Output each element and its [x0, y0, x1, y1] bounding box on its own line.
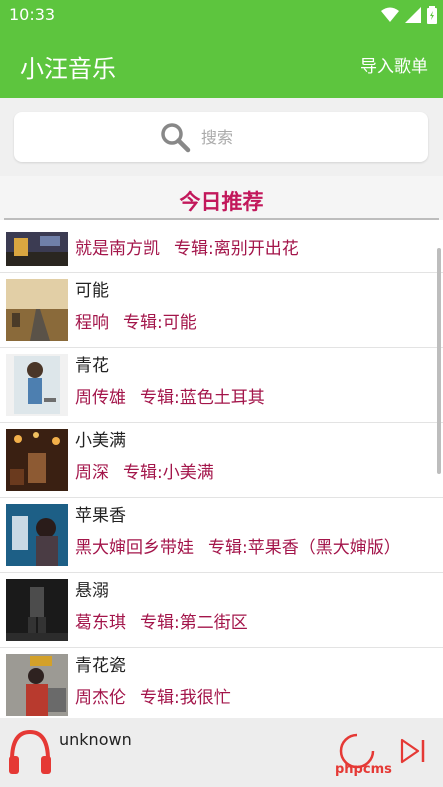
song-album: 专辑:苹果香（黑大婶版）	[208, 538, 401, 558]
divider	[4, 218, 439, 220]
import-playlist-button[interactable]: 导入歌单	[360, 52, 428, 77]
search-icon	[161, 123, 191, 153]
song-artist: 周传雄	[75, 388, 126, 408]
song-meta: 程响 专辑:可能	[75, 308, 211, 333]
song-meta: 黑大婶回乡带娃 专辑:苹果香（黑大婶版）	[75, 533, 415, 558]
battery-icon	[427, 6, 437, 24]
now-playing-title: unknown	[59, 730, 132, 749]
song-title: 苹果香	[75, 506, 126, 526]
song-meta: 周深 专辑:小美满	[75, 458, 228, 483]
song-album: 专辑:我很忙	[140, 688, 231, 708]
song-meta: 周传雄 专辑:蓝色土耳其	[75, 383, 279, 408]
list-item[interactable]: 小美满 周深 专辑:小美满	[0, 422, 443, 498]
song-album: 专辑:蓝色土耳其	[140, 388, 265, 408]
song-artist: 黑大婶回乡带娃	[75, 538, 194, 558]
list-item[interactable]: 青花瓷 周杰伦 专辑:我很忙	[0, 647, 443, 718]
album-cover	[6, 579, 68, 641]
search-input[interactable]	[199, 126, 283, 148]
status-time: 10:33	[9, 5, 56, 24]
song-title: 小美满	[75, 431, 126, 451]
list-item[interactable]: 苹果香 黑大婶回乡带娃 专辑:苹果香（黑大婶版）	[0, 497, 443, 573]
album-cover	[6, 232, 68, 266]
signal-icon	[405, 7, 421, 23]
wifi-icon	[381, 7, 399, 22]
song-artist: 周深	[75, 463, 109, 483]
status-icons	[381, 6, 437, 24]
song-album: 专辑:小美满	[123, 463, 214, 483]
list-item[interactable]: 青花 周传雄 专辑:蓝色土耳其	[0, 347, 443, 423]
song-artist: 周杰伦	[75, 688, 126, 708]
search-area	[0, 98, 443, 176]
list-item[interactable]: 悬溺 葛东琪 专辑:第二街区	[0, 572, 443, 648]
app-title: 小汪音乐	[20, 55, 116, 83]
song-album: 专辑:第二街区	[140, 613, 248, 633]
album-cover	[6, 429, 68, 491]
album-cover	[6, 654, 68, 716]
song-meta: 就是南方凯 专辑:离别开出花	[75, 234, 313, 259]
album-cover	[6, 279, 68, 341]
song-meta: 周杰伦 专辑:我很忙	[75, 683, 245, 708]
list-item[interactable]: 可能 程响 专辑:可能	[0, 272, 443, 348]
album-cover	[6, 354, 68, 416]
song-album: 专辑:可能	[123, 313, 197, 333]
search-box[interactable]	[14, 112, 428, 162]
recommend-title: 今日推荐	[179, 190, 264, 214]
list-item[interactable]: 就是南方凯 专辑:离别开出花	[0, 222, 443, 273]
song-artist: 程响	[75, 313, 109, 333]
song-title: 青花	[75, 356, 109, 376]
song-meta: 葛东琪 专辑:第二街区	[75, 608, 262, 633]
next-icon[interactable]	[399, 738, 427, 764]
app-bar: 小汪音乐 导入歌单	[0, 30, 443, 98]
song-album: 专辑:离别开出花	[174, 239, 299, 259]
song-title: 可能	[75, 281, 109, 301]
recommend-header: 今日推荐	[0, 176, 443, 220]
status-bar: 10:33	[0, 0, 443, 30]
watermark: phpcms	[335, 762, 392, 777]
list-scrollbar[interactable]	[437, 248, 441, 474]
song-artist: 葛东琪	[75, 613, 126, 633]
album-cover	[6, 504, 68, 566]
song-title: 青花瓷	[75, 656, 126, 676]
mini-player[interactable]: unknown phpcms	[0, 718, 443, 787]
song-title: 悬溺	[75, 581, 109, 601]
song-list: 就是南方凯 专辑:离别开出花 可能 程响 专辑:可能 青花 周传雄 专辑:蓝色土耳其	[0, 222, 443, 718]
song-artist: 就是南方凯	[75, 239, 160, 259]
headphones-icon	[9, 729, 51, 774]
